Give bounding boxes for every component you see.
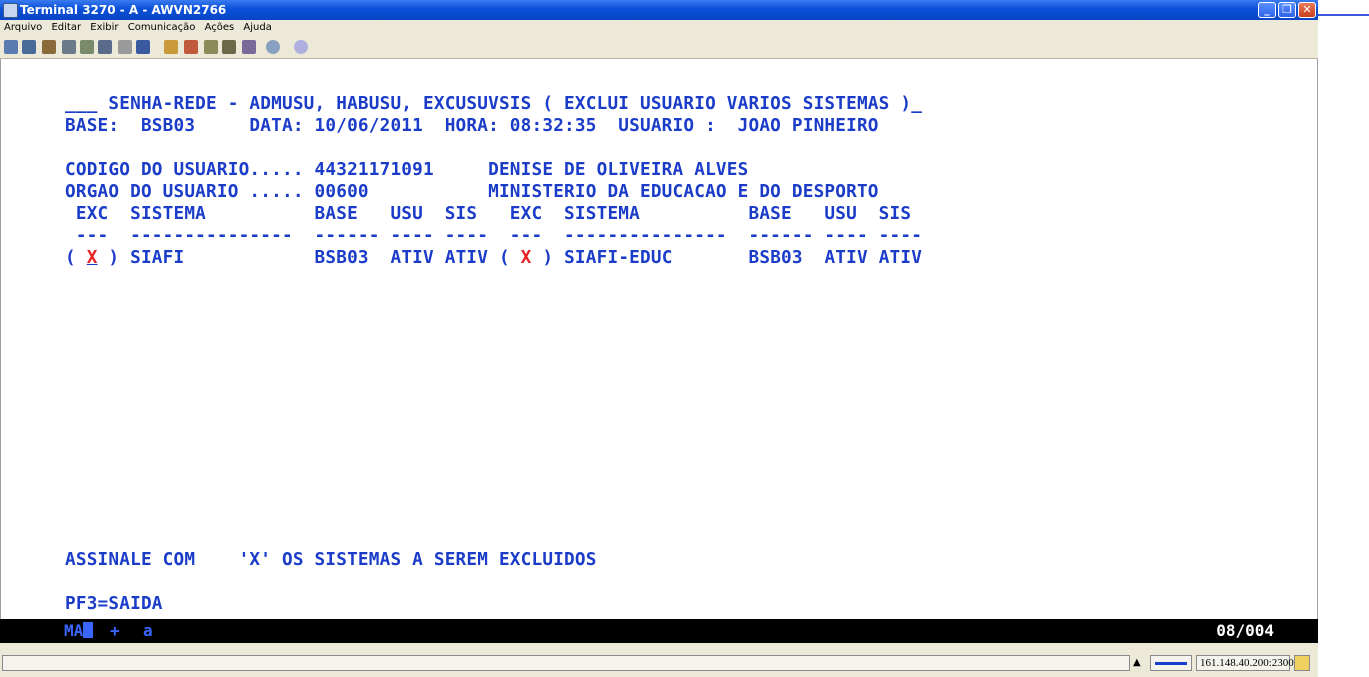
connection-icon bbox=[1150, 655, 1192, 671]
menu-acoes[interactable]: Ações bbox=[205, 22, 235, 33]
print-icon[interactable] bbox=[62, 40, 76, 54]
help-icon[interactable] bbox=[294, 40, 308, 54]
table-separator: --- --------------- ------ ---- ---- ---… bbox=[65, 226, 923, 246]
terminal-app-icon bbox=[3, 3, 18, 18]
receive-icon[interactable] bbox=[204, 40, 218, 54]
user-code-line: CODIGO DO USUARIO..... 44321171091 DENIS… bbox=[65, 160, 749, 180]
pf-keys-line: PF3=SAIDA bbox=[65, 594, 163, 614]
keypad-icon[interactable] bbox=[136, 40, 150, 54]
disconnect-icon[interactable] bbox=[266, 40, 280, 54]
menu-exibir[interactable]: Exibir bbox=[90, 22, 118, 33]
scroll-up-icon[interactable]: ▲ bbox=[1133, 655, 1141, 671]
operator-info-area: MA + a 08/004 bbox=[0, 619, 1318, 643]
terminal-screen[interactable]: ___ SENHA-REDE - ADMUSU, HABUSU, EXCUSUV… bbox=[0, 59, 1318, 619]
screen-header-line: ___ SENHA-REDE - ADMUSU, HABUSU, EXCUSUV… bbox=[65, 94, 923, 114]
oia-cursor-block bbox=[83, 622, 94, 638]
send-icon[interactable] bbox=[42, 40, 56, 54]
row-data-2: ) SIAFI-EDUC BSB03 ATIV ATIV bbox=[531, 248, 923, 268]
menu-bar: Arquivo Editar Exibir Comunicação Ações … bbox=[0, 20, 1318, 36]
print-screen-icon[interactable] bbox=[80, 40, 94, 54]
oia-ma-indicator: MA bbox=[64, 621, 94, 640]
minimize-button[interactable]: _ bbox=[1258, 2, 1276, 18]
table-header: EXC SISTEMA BASE USU SIS EXC SISTEMA BAS… bbox=[65, 204, 912, 224]
terminal-window: Terminal 3270 - A - AWVN2766 _ ❐ ✕ Arqui… bbox=[0, 0, 1318, 677]
maximize-button[interactable]: ❐ bbox=[1278, 2, 1296, 18]
connect-icon[interactable] bbox=[242, 40, 256, 54]
paste-icon[interactable] bbox=[22, 40, 36, 54]
lock-icon bbox=[1294, 655, 1310, 671]
status-bar: ▲ 161.148.40.200:23000 bbox=[0, 643, 1318, 677]
instruction-text: ASSINALE COM 'X' OS SISTEMAS A SEREM EXC… bbox=[65, 550, 597, 570]
status-message-field bbox=[2, 655, 1130, 671]
row-data-1: ) SIAFI BSB03 ATIV ATIV ( bbox=[97, 248, 521, 268]
transfer-up-icon[interactable] bbox=[164, 40, 178, 54]
menu-comunicacao[interactable]: Comunicação bbox=[128, 22, 196, 33]
toolbar bbox=[0, 36, 1318, 59]
host-address: 161.148.40.200:23000 bbox=[1196, 655, 1299, 671]
title-bar[interactable]: Terminal 3270 - A - AWVN2766 _ ❐ ✕ bbox=[0, 0, 1318, 20]
transfer-down-icon[interactable] bbox=[184, 40, 198, 54]
menu-editar[interactable]: Editar bbox=[51, 22, 81, 33]
window-title: Terminal 3270 - A - AWVN2766 bbox=[20, 3, 227, 17]
user-org-line: ORGAO DO USUARIO ..... 00600 MINISTERIO … bbox=[65, 182, 879, 202]
oia-a-indicator: a bbox=[143, 621, 153, 640]
macro-icon[interactable] bbox=[118, 40, 132, 54]
row-open-1: ( bbox=[65, 248, 87, 268]
oia-plus-indicator: + bbox=[110, 621, 120, 640]
screen-info-line: BASE: BSB03 DATA: 10/06/2011 HORA: 08:32… bbox=[65, 116, 879, 136]
exclude-field-siafi[interactable]: X bbox=[87, 248, 98, 268]
print-window-icon[interactable] bbox=[98, 40, 112, 54]
menu-ajuda[interactable]: Ajuda bbox=[243, 22, 271, 33]
title-accent-line bbox=[1318, 14, 1369, 16]
copy-icon[interactable] bbox=[4, 40, 18, 54]
menu-arquivo[interactable]: Arquivo bbox=[4, 22, 42, 33]
table-row: ( X ) SIAFI BSB03 ATIV ATIV ( X ) SIAFI-… bbox=[65, 248, 922, 268]
send-file-icon[interactable] bbox=[222, 40, 236, 54]
close-button[interactable]: ✕ bbox=[1298, 2, 1316, 18]
cursor-position: 08/004 bbox=[1216, 621, 1274, 640]
exclude-field-siafi-educ[interactable]: X bbox=[521, 248, 532, 268]
